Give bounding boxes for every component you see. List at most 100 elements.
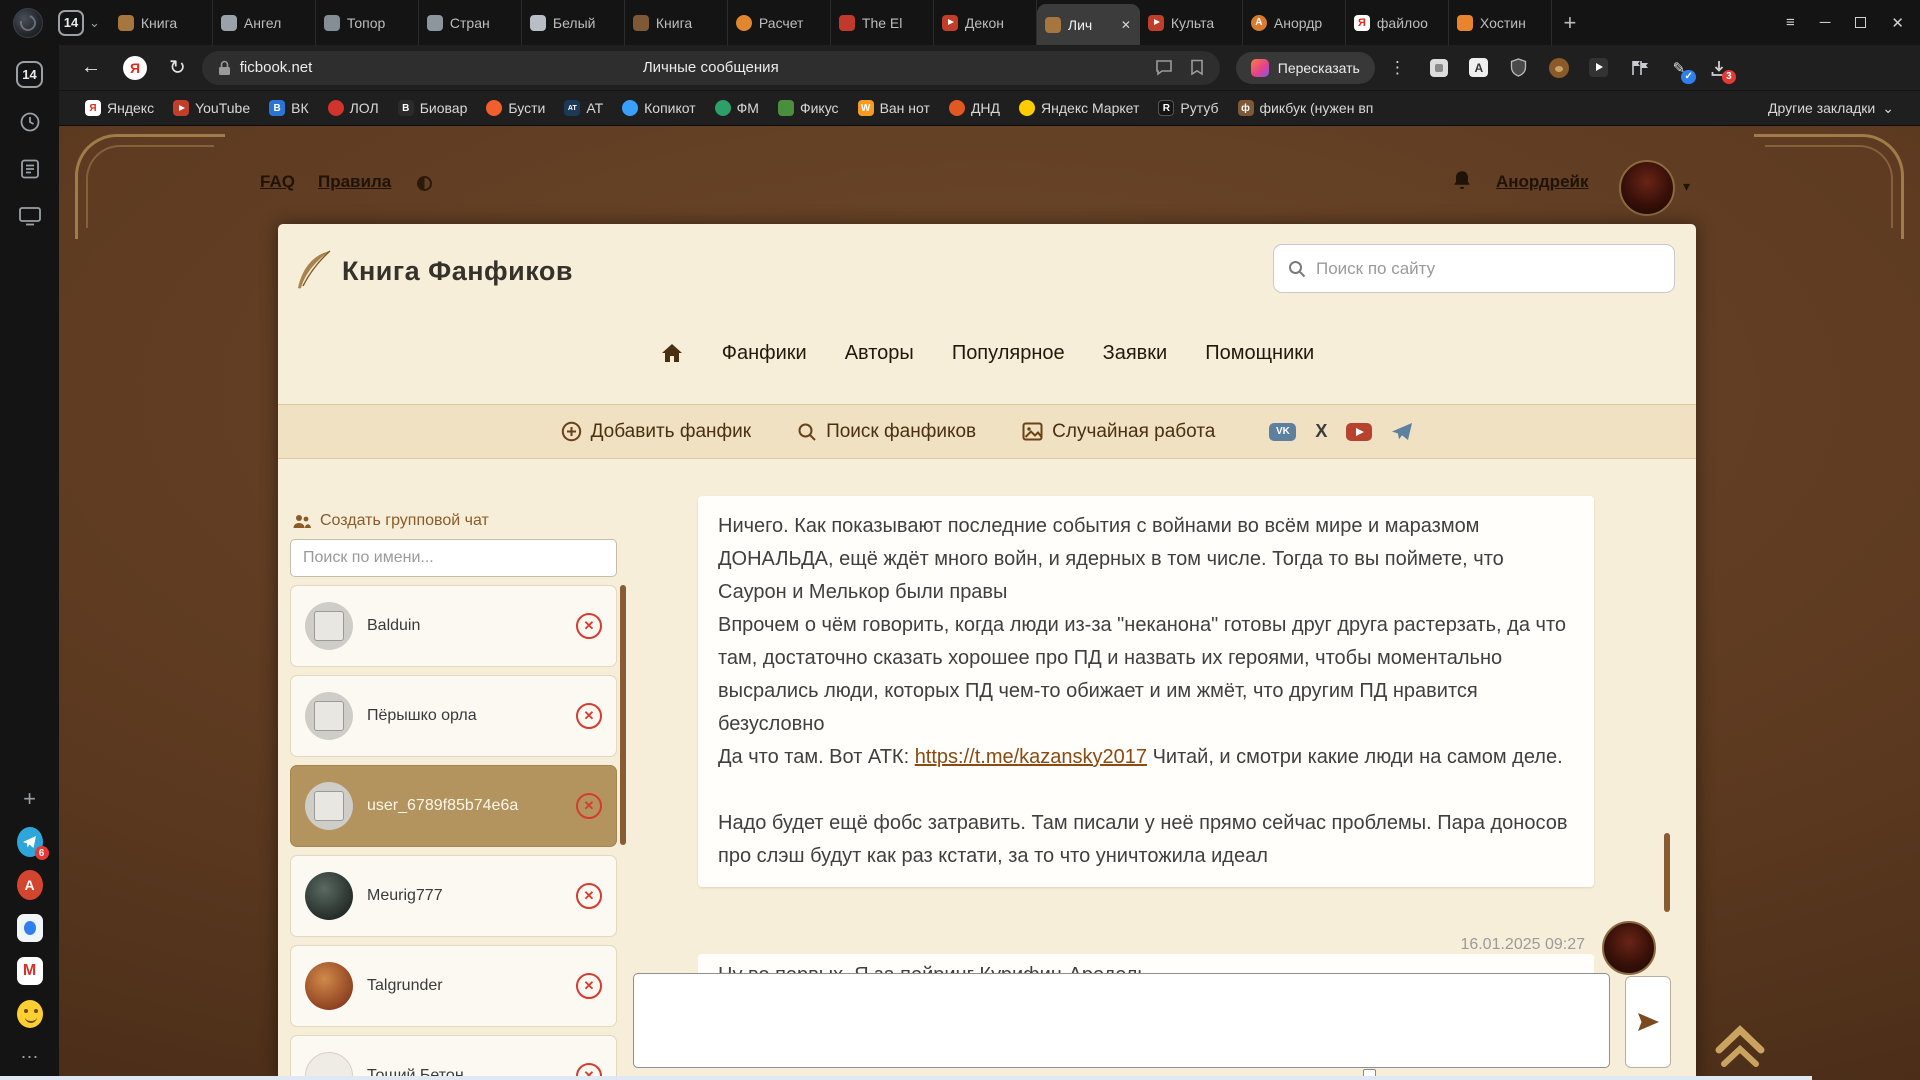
chat-search-input[interactable] [303,549,604,567]
shield-icon[interactable] [1508,57,1530,79]
screenshot-icon[interactable] [17,203,43,229]
site-logo[interactable]: Книга Фанфиков [294,248,573,294]
telegram-icon[interactable]: 6 [17,829,43,855]
tab-7[interactable]: The El [831,0,934,45]
bookmark-yandex-market[interactable]: Яндекс Маркет [1019,100,1139,116]
chat-item-balduin[interactable]: Balduin ✕ [290,585,617,667]
search-fanfics-button[interactable]: Поиск фанфиков [797,421,976,443]
tab-counter-button[interactable]: 14 ⌄ [58,10,100,36]
sticker-icon[interactable] [17,915,43,941]
tab-10[interactable]: Культа [1140,0,1243,45]
message-input[interactable] [634,974,1609,1067]
x-icon[interactable]: X [1315,421,1327,442]
bookmark-youtube[interactable]: YouTube [173,100,250,116]
tab-12[interactable]: файлоо [1346,0,1449,45]
close-tab-icon[interactable]: ✕ [1121,18,1131,32]
tab-1[interactable]: Ангел [213,0,316,45]
bookmark-ficus[interactable]: Фикус [778,100,839,116]
chat-list-scrollbar[interactable] [620,585,626,845]
tab-4[interactable]: Белый [522,0,625,45]
comment-icon[interactable] [1155,59,1173,76]
delete-chat-icon[interactable]: ✕ [576,703,602,729]
notifications-bell-icon[interactable] [1449,168,1475,199]
delete-chat-icon[interactable]: ✕ [576,883,602,909]
bookmark-at[interactable]: АТ [564,100,603,116]
bear-extension-icon[interactable] [1548,57,1570,79]
bookmark-biovar[interactable]: Биовар [398,100,468,116]
nav-requests[interactable]: Заявки [1103,342,1168,365]
chat-item-user-selected[interactable]: user_6789f85b74e6a ✕ [290,765,617,847]
chat-item-pyoryshko[interactable]: Пёрышко орла ✕ [290,675,617,757]
tab-active-messages[interactable]: Лич ✕ [1037,4,1140,45]
smiley-icon[interactable] [17,1001,43,1027]
retell-button[interactable]: Пересказать [1236,52,1375,84]
rules-link[interactable]: Правила [318,172,391,192]
chat-search[interactable] [290,539,617,577]
tab-13[interactable]: Хостин [1449,0,1552,45]
add-fanfic-button[interactable]: Добавить фанфик [561,421,752,443]
tab-2[interactable]: Топор [316,0,419,45]
chat-item-meurig[interactable]: Meurig777 ✕ [290,855,617,937]
tab-6[interactable]: Расчет [728,0,831,45]
messages-scrollbar[interactable] [1664,833,1670,912]
bookmark-boosty[interactable]: Бусти [486,100,545,116]
caret-down-icon[interactable]: ▾ [1683,178,1690,195]
maximize-button[interactable] [1855,17,1866,28]
nav-authors[interactable]: Авторы [845,342,914,365]
site-search-input[interactable] [1316,259,1660,279]
bookmark-vk[interactable]: ВК [269,100,309,116]
sidebar-add-icon[interactable]: + [17,786,43,812]
bookmark-rutube[interactable]: Рутуб [1158,100,1218,116]
user-avatar[interactable] [1619,160,1675,216]
minimize-button[interactable]: ─ [1820,14,1831,31]
delete-chat-icon[interactable]: ✕ [576,793,602,819]
bookmark-ficbook[interactable]: фикбук (нужен вп [1238,100,1374,116]
close-window-button[interactable]: ✕ [1891,14,1904,32]
translator-extension-icon[interactable]: A [1468,57,1490,79]
browser-menu-button[interactable]: ≡ [1786,14,1795,31]
bookmark-lol[interactable]: ЛОЛ [328,100,379,116]
url-menu-icon[interactable]: ⋮ [1389,58,1406,78]
tab-0[interactable]: Книга [110,0,213,45]
browser-logo-icon[interactable] [13,8,43,38]
delete-chat-icon[interactable]: ✕ [576,613,602,639]
tab-11[interactable]: Анордр [1243,0,1346,45]
downloads-button[interactable]: 3 [1708,57,1730,79]
editor-extension-icon[interactable]: ✎✓ [1668,57,1690,79]
refresh-button[interactable]: ↻ [169,55,186,80]
nav-fanfics[interactable]: Фанфики [722,342,807,365]
chat-item-talgrunder[interactable]: Talgrunder ✕ [290,945,617,1027]
bookmark-kopikot[interactable]: Копикот [622,100,696,116]
telegram-icon[interactable] [1391,422,1413,441]
other-bookmarks-button[interactable]: Другие закладки ⌄ [1768,100,1894,117]
bookmark-fm[interactable]: ФМ [715,100,759,116]
faq-link[interactable]: FAQ [260,172,295,192]
username-link[interactable]: Анордрейк [1496,172,1588,192]
alice-icon[interactable]: А [17,872,43,898]
nav-helpers[interactable]: Помощники [1205,342,1314,365]
nav-popular[interactable]: Популярное [952,342,1065,365]
bookmark-yandex[interactable]: Яндекс [85,100,154,116]
send-button[interactable] [1625,976,1671,1068]
scroll-to-top-button[interactable] [1711,1020,1769,1077]
bookmark-flag-icon[interactable] [1190,59,1204,76]
chat-item-toshchiy[interactable]: Тощий Бетон ✕ [290,1035,617,1080]
site-search[interactable] [1273,244,1675,293]
mail-icon[interactable]: M [17,958,43,984]
tab-5[interactable]: Книга [625,0,728,45]
telegram-link[interactable]: https://t.me/kazansky2017 [915,746,1147,768]
theme-toggle-icon[interactable] [417,176,432,191]
extension-cube-icon[interactable] [1428,57,1450,79]
feed-icon[interactable] [17,156,43,182]
history-icon[interactable] [17,109,43,135]
yandex-search-icon[interactable]: Я [123,56,147,80]
url-bar[interactable]: ficbook.net Личные сообщения [202,51,1220,85]
random-work-button[interactable]: Случайная работа [1022,421,1215,443]
sidebar-tabs-button[interactable]: 14 [16,61,43,88]
bookmark-dnd[interactable]: ДНД [949,100,1000,116]
flags-extension-icon[interactable] [1628,57,1650,79]
delete-chat-icon[interactable]: ✕ [576,973,602,999]
vk-icon[interactable]: VK [1269,423,1296,441]
player-extension-icon[interactable] [1588,57,1610,79]
home-icon[interactable] [660,342,684,364]
